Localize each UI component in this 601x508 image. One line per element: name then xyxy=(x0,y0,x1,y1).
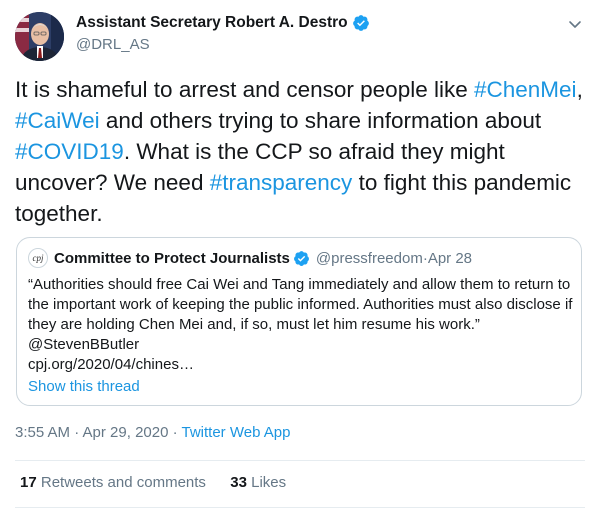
hashtag-link[interactable]: #transparency xyxy=(210,170,353,195)
tweet-text: It is shameful to arrest and censor peop… xyxy=(15,74,585,229)
tweet-timestamp: 3:55 AM · Apr 29, 2020 · Twitter Web App xyxy=(15,424,290,441)
quoted-handle: @pressfreedom xyxy=(315,249,423,267)
timestamp-time-date[interactable]: 3:55 AM · Apr 29, 2020 xyxy=(15,424,168,441)
tweet-card: Assistant Secretary Robert A. Destro @DR… xyxy=(0,0,601,508)
author-name-row[interactable]: Assistant Secretary Robert A. Destro xyxy=(76,14,370,32)
quoted-avatar: cpj xyxy=(28,248,48,268)
avatar-image xyxy=(15,12,64,61)
source-app-link[interactable]: Twitter Web App xyxy=(182,424,291,441)
likes-stat[interactable]: 33 Likes xyxy=(230,474,286,491)
hashtag-link[interactable]: #CaiWei xyxy=(15,108,100,133)
hashtag-link[interactable]: #ChenMei xyxy=(474,77,577,102)
quoted-tweet[interactable]: cpj Committee to Protect Journalists @pr… xyxy=(16,237,582,406)
quoted-tweet-text: “Authorities should free Cai Wei and Tan… xyxy=(28,275,574,375)
verified-badge-icon xyxy=(352,15,369,31)
engagement-stats: 17 Retweets and comments 33 Likes xyxy=(20,474,286,491)
show-thread-link[interactable]: Show this thread xyxy=(28,378,140,395)
author-display-name[interactable]: Assistant Secretary Robert A. Destro xyxy=(76,14,348,32)
timestamp-separator: · xyxy=(168,424,182,441)
chevron-down-icon[interactable] xyxy=(567,16,583,32)
quoted-author-name: Committee to Protect Journalists xyxy=(54,249,290,267)
hashtag-link[interactable]: #COVID19 xyxy=(15,139,124,164)
quoted-tweet-header: cpj Committee to Protect Journalists @pr… xyxy=(28,248,472,268)
likes-count: 33 xyxy=(230,474,247,491)
retweets-count: 17 xyxy=(20,474,37,491)
likes-label: Likes xyxy=(246,474,287,491)
tweet-text-segment: and others trying to share information a… xyxy=(99,108,542,133)
retweets-label: Retweets and comments xyxy=(36,474,206,491)
quoted-date: Apr 28 xyxy=(427,249,473,267)
retweets-stat[interactable]: 17 Retweets and comments xyxy=(20,474,206,491)
divider xyxy=(15,460,585,461)
verified-badge-icon xyxy=(293,250,309,266)
avatar[interactable] xyxy=(15,12,64,61)
author-handle[interactable]: @DRL_AS xyxy=(76,36,150,53)
tweet-text-segment: , xyxy=(576,77,583,102)
quoted-link[interactable]: cpj.org/2020/04/chines… xyxy=(28,356,194,373)
quoted-text-body: “Authorities should free Cai Wei and Tan… xyxy=(28,276,573,353)
tweet-text-segment: It is shameful to arrest and censor peop… xyxy=(15,77,474,102)
